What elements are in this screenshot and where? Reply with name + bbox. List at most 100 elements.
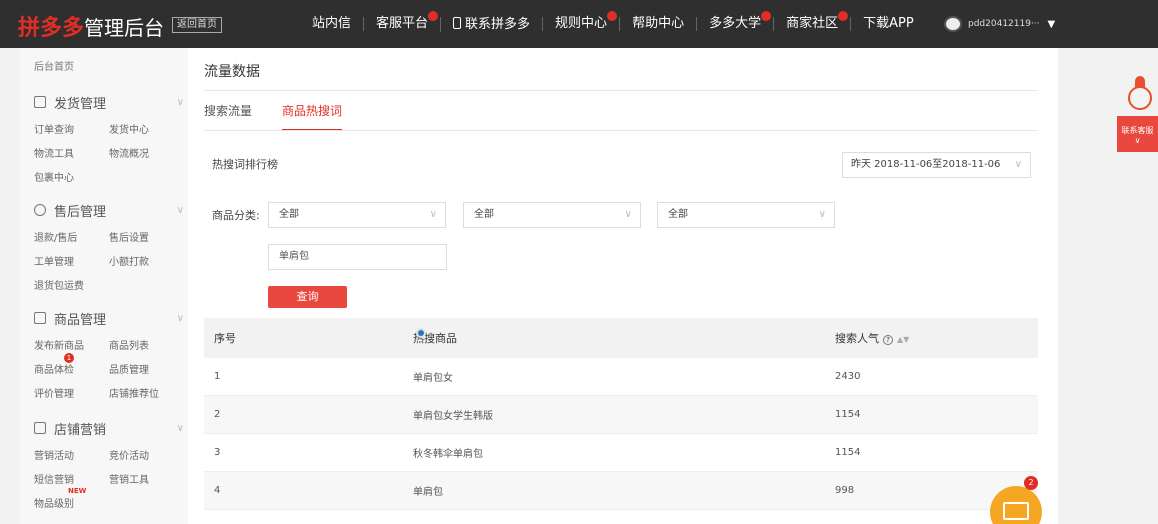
sidebar-link[interactable]: 短信营销 xyxy=(34,471,109,486)
query-button[interactable]: 查询 xyxy=(268,286,347,308)
sidebar-link[interactable]: 小额打款 xyxy=(109,253,184,268)
category-select-1[interactable]: 全部 ∨ xyxy=(268,202,446,228)
logo-title: 管理后台 xyxy=(84,16,165,40)
help-icon[interactable]: ? xyxy=(883,335,893,345)
sidebar-group-0: 发货管理 ∨ 订单查询 发货中心 物流工具 物流概况 包裹中心 xyxy=(34,92,184,188)
sidebar-link[interactable]: 发布新商品 xyxy=(34,337,109,352)
count-badge: 1 xyxy=(64,352,74,363)
category-select-3[interactable]: 全部 ∨ xyxy=(657,202,835,228)
sort-icon[interactable]: ▲▼ xyxy=(897,335,909,344)
nav-item-1[interactable]: 客服平台 xyxy=(363,11,440,31)
sidebar-link[interactable]: 发货中心 xyxy=(109,121,184,136)
username: pdd20412119··· xyxy=(968,19,1040,29)
sidebar-row: 退款/售后 售后设置 xyxy=(34,224,184,248)
nav-item-5[interactable]: 多多大学 xyxy=(696,11,773,31)
sidebar-link[interactable]: 物品级别 NEW xyxy=(34,487,109,510)
nav-item-3[interactable]: 规则中心 xyxy=(542,11,619,31)
message-badge: 2 xyxy=(1024,476,1038,490)
nav-label: 商家社区 xyxy=(786,16,839,31)
sidebar-link[interactable]: 工单管理 xyxy=(34,253,109,268)
header-index: 序号 xyxy=(214,332,236,345)
logo-brand: 拼多多 xyxy=(18,16,85,41)
sidebar-link[interactable]: 物流概况 xyxy=(109,145,184,160)
nav-item-4[interactable]: 帮助中心 xyxy=(619,17,696,31)
table-cell: 单肩包女 xyxy=(413,373,453,384)
table-cell: 2 xyxy=(214,409,221,420)
avatar xyxy=(944,16,962,32)
sidebar-group-header[interactable]: 店铺营销 ∨ xyxy=(34,418,184,438)
sidebar-item-home[interactable]: 后台首页 xyxy=(34,58,74,73)
nav-item-0[interactable]: 站内信 xyxy=(300,17,363,31)
keyword-input[interactable]: 单肩包 xyxy=(268,244,447,270)
sidebar-link[interactable]: 营销活动 xyxy=(34,447,109,462)
sidebar-link[interactable]: 退款/售后 xyxy=(34,229,109,244)
sidebar-row: 发布新商品 商品列表 xyxy=(34,332,184,356)
sidebar-row: 包裹中心 xyxy=(34,164,184,188)
tab-search-traffic[interactable]: 搜索流量 xyxy=(204,102,252,131)
sidebar-link[interactable]: 退货包运费 xyxy=(34,277,109,292)
sidebar-link[interactable]: 物流工具 xyxy=(34,145,109,160)
table-row: 1 单肩包女 2430 xyxy=(204,358,1038,396)
sidebar-link[interactable]: 包裹中心 xyxy=(34,169,109,184)
sidebar-row: 订单查询 发货中心 xyxy=(34,116,184,140)
sidebar-group-title: 发货管理 xyxy=(54,96,107,112)
sidebar-link[interactable]: 订单查询 xyxy=(34,121,109,136)
nav-label: 下载APP xyxy=(863,16,914,31)
sidebar-link[interactable]: 竞价活动 xyxy=(109,447,184,462)
chevron-down-icon: ∨ xyxy=(176,204,184,216)
header-keyword: 热搜商品 xyxy=(413,332,457,345)
chevron-down-icon: ∨ xyxy=(624,209,632,220)
category-select-2[interactable]: 全部 ∨ xyxy=(463,202,641,228)
new-tag: NEW xyxy=(68,486,87,495)
sidebar-group-header[interactable]: 商品管理 ∨ xyxy=(34,308,184,328)
sidebar-link[interactable]: 店铺推荐位 xyxy=(109,385,184,400)
nav-item-6[interactable]: 商家社区 xyxy=(773,11,850,31)
sidebar-group-1: 售后管理 ∨ 退款/售后 售后设置 工单管理 小额打款 退货包运费 xyxy=(34,200,184,296)
contact-service-widget[interactable]: 联系客服 ∨ xyxy=(1117,76,1158,152)
sidebar-link[interactable]: 商品体检 1 xyxy=(34,352,109,376)
notification-dot xyxy=(428,11,439,21)
back-home-button[interactable]: 返回首页 xyxy=(172,17,222,33)
sidebar-link[interactable]: 评价管理 xyxy=(34,385,109,400)
table-cell: 1154 xyxy=(835,447,861,458)
nav-label: 帮助中心 xyxy=(632,16,685,31)
sidebar-group-header[interactable]: 售后管理 ∨ xyxy=(34,200,184,220)
nav-label: 多多大学 xyxy=(709,16,762,31)
sidebar-link[interactable]: 售后设置 xyxy=(109,229,184,244)
cursor-icon xyxy=(416,328,426,338)
sidebar-link[interactable]: 商品列表 xyxy=(109,337,184,352)
contact-service-tag[interactable]: 联系客服 ∨ xyxy=(1117,116,1158,152)
table-cell: 单肩包 xyxy=(413,487,443,498)
nav-item-2[interactable]: 联系拼多多 xyxy=(440,16,542,32)
table-cell: 1 xyxy=(214,371,221,382)
sidebar-row: 工单管理 小额打款 xyxy=(34,248,184,272)
chevron-down-icon: ∨ xyxy=(176,422,184,434)
sidebar-link[interactable]: 营销工具 xyxy=(109,471,184,486)
group-icon xyxy=(34,96,46,108)
caret-down-icon: ▼ xyxy=(1047,18,1056,30)
tab-hot-keywords[interactable]: 商品热搜词 xyxy=(282,102,343,131)
user-menu[interactable]: pdd20412119··· ▼ xyxy=(944,16,1055,32)
chevron-down-icon: ∨ xyxy=(818,209,826,220)
mail-icon xyxy=(1003,502,1029,520)
nav-item-7[interactable]: 下载APP xyxy=(850,17,926,31)
header-popularity-label: 搜索人气 xyxy=(835,332,879,345)
nav-label: 规则中心 xyxy=(555,16,608,31)
chevron-down-icon: ∨ xyxy=(176,312,184,324)
phone-icon xyxy=(453,16,462,29)
chevron-down-icon: ∨ xyxy=(1014,159,1022,170)
table-row: 2 单肩包女学生韩版 1154 xyxy=(204,396,1038,434)
group-icon xyxy=(34,312,46,324)
rank-label: 热搜词排行榜 xyxy=(212,158,278,171)
table-cell: 秋冬韩伞单肩包 xyxy=(413,449,483,460)
nav-label: 客服平台 xyxy=(376,16,429,31)
date-range-value: 昨天 2018-11-06至2018-11-06 xyxy=(851,159,1001,170)
logo[interactable]: 拼多多管理后台 xyxy=(18,10,164,42)
sidebar-link[interactable]: 品质管理 xyxy=(109,361,184,376)
header-popularity[interactable]: 搜索人气? ▲▼ xyxy=(829,330,1038,346)
select-value: 全部 xyxy=(279,209,299,220)
divider xyxy=(204,130,1038,131)
nav-label: 联系拼多多 xyxy=(465,16,531,32)
sidebar-group-header[interactable]: 发货管理 ∨ xyxy=(34,92,184,112)
date-range-picker[interactable]: 昨天 2018-11-06至2018-11-06 ∨ xyxy=(842,152,1031,178)
